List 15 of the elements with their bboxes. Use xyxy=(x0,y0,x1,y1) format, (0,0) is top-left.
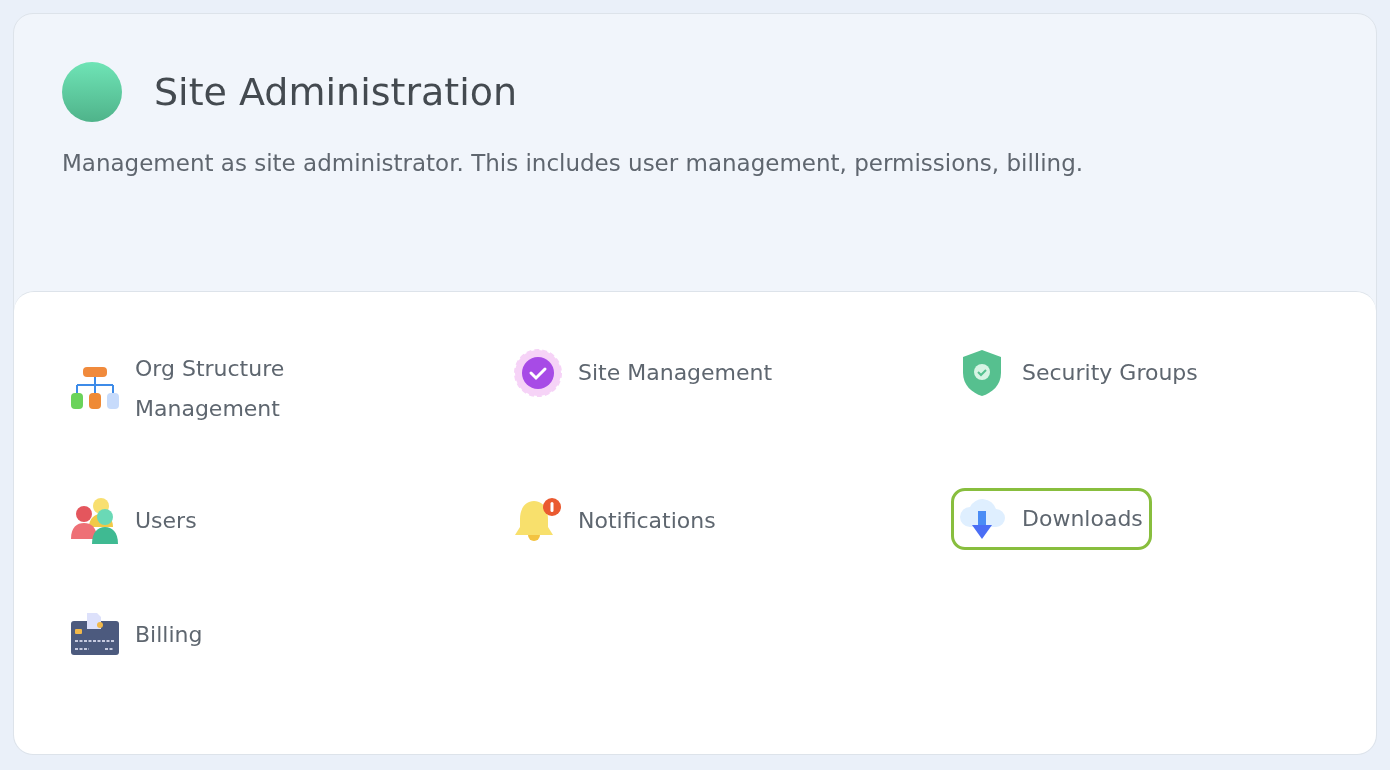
status-circle xyxy=(62,62,122,122)
users-icon xyxy=(71,497,119,545)
admin-link[interactable]: Downloads xyxy=(951,488,1152,550)
shield-check-icon xyxy=(962,349,1002,397)
page-title: Site Administration xyxy=(154,70,518,114)
page-description: Management as site administrator. This includes user management, permissions, billing. xyxy=(62,150,1085,176)
admin-link[interactable]: Notifications xyxy=(507,488,725,554)
cloud-download-icon xyxy=(958,497,1006,541)
credit-card-icon xyxy=(71,613,119,657)
admin-link[interactable]: Billing xyxy=(64,604,212,666)
admin-link[interactable]: Users xyxy=(64,488,206,554)
admin-link[interactable]: Site Management xyxy=(507,340,782,406)
gear-check-icon xyxy=(514,349,562,397)
admin-link[interactable]: Security Groups xyxy=(951,340,1207,406)
admin-link[interactable]: Org Structure Management xyxy=(64,340,294,438)
